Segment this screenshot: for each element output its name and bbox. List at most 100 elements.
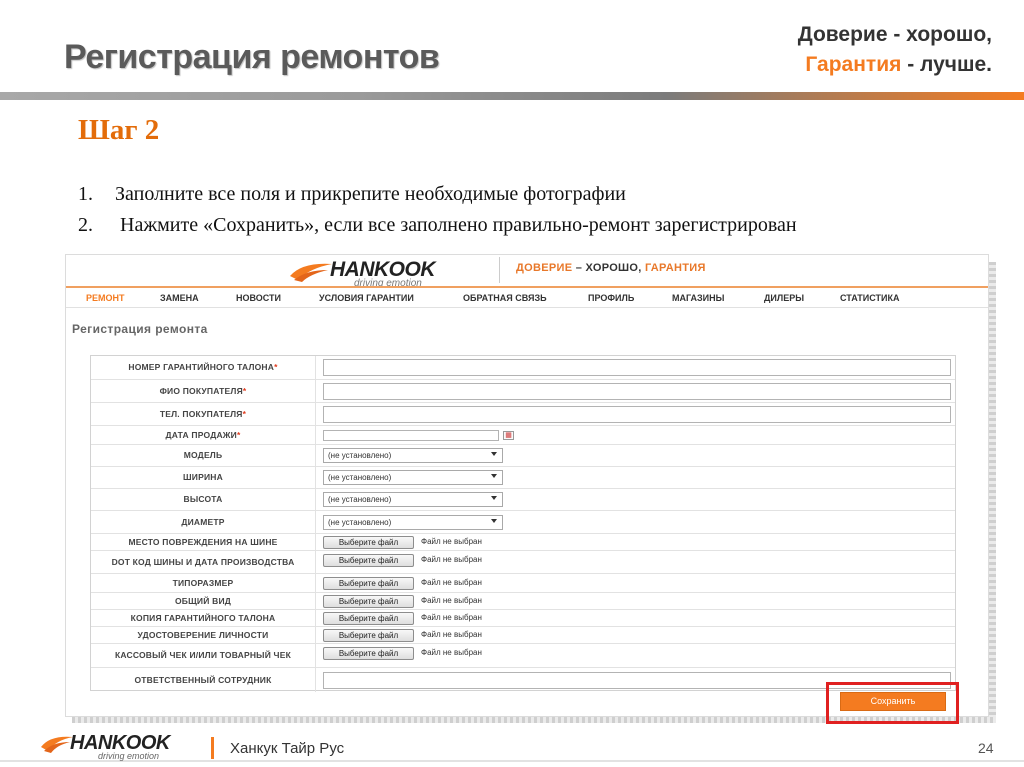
width-select[interactable]: (не установлено): [323, 470, 503, 485]
slogan-line-1: Доверие - хорошо,: [797, 23, 992, 46]
form-row-id-document: УДОСТОВЕРЕНИЕ ЛИЧНОСТИ Выберите файл Фай…: [91, 627, 955, 644]
form-title: Регистрация ремонта: [72, 322, 208, 336]
nav-item-feedback[interactable]: ОБРАТНАЯ СВЯЗЬ: [463, 293, 547, 303]
website-screenshot: HANKOOK driving emotion ДОВЕРИЕ – ХОРОШО…: [65, 254, 989, 717]
field-label: МОДЕЛЬ: [91, 445, 316, 466]
form-row-damage-place: МЕСТО ПОВРЕЖДЕНИЯ НА ШИНЕ Выберите файл …: [91, 534, 955, 551]
sale-date-input[interactable]: [323, 430, 499, 441]
page-number: 24: [978, 740, 994, 756]
site-logo[interactable]: HANKOOK driving emotion: [288, 258, 478, 289]
chevron-down-icon: [491, 452, 497, 456]
field-label: ТЕЛ. ПОКУПАТЕЛЯ*: [91, 403, 316, 425]
slogan-line-2: Гарантия - лучше.: [798, 50, 992, 80]
file-status: Файл не выбран: [421, 648, 482, 657]
field-label: УДОСТОВЕРЕНИЕ ЛИЧНОСТИ: [91, 627, 316, 643]
footer-logo-tagline: driving emotion: [98, 751, 160, 761]
file-status: Файл не выбран: [421, 596, 482, 605]
field-label: ФИО ПОКУПАТЕЛЯ*: [91, 380, 316, 402]
field-label: ВЫСОТА: [91, 489, 316, 510]
warranty-number-input[interactable]: [323, 359, 951, 376]
form-row-tire-size: ТИПОРАЗМЕР Выберите файл Файл не выбран: [91, 574, 955, 593]
form-row-buyer-phone: ТЕЛ. ПОКУПАТЕЛЯ*: [91, 403, 955, 426]
footer-company: Ханкук Тайр Рус: [230, 740, 345, 757]
height-select[interactable]: (не установлено): [323, 492, 503, 507]
field-label: ШИРИНА: [91, 467, 316, 488]
nav-item-news[interactable]: НОВОСТИ: [236, 293, 281, 303]
form-row-receipt: КАССОВЫЙ ЧЕК И/ИЛИ ТОВАРНЫЙ ЧЕК Выберите…: [91, 644, 955, 668]
warranty-copy-file-button[interactable]: Выберите файл: [323, 612, 414, 625]
receipt-file-button[interactable]: Выберите файл: [323, 647, 414, 660]
nav-item-warranty-terms[interactable]: УСЛОВИЯ ГАРАНТИИ: [319, 293, 414, 303]
file-status: Файл не выбран: [421, 578, 482, 587]
form-row-warranty-number: НОМЕР ГАРАНТИЙНОГО ТАЛОНА*: [91, 356, 955, 380]
instruction-number: 2.: [78, 214, 93, 236]
field-label: НОМЕР ГАРАНТИЙНОГО ТАЛОНА*: [91, 356, 316, 379]
screenshot-shadow-right: [989, 262, 996, 720]
instruction-2: 2. Нажмите «Сохранить», если все заполне…: [78, 214, 797, 237]
step-title: Шаг 2: [78, 114, 160, 146]
slogan-rest: - лучше.: [901, 53, 992, 76]
save-highlight-frame: [826, 682, 959, 724]
nav-item-profile[interactable]: ПРОФИЛЬ: [588, 293, 634, 303]
field-label: ДИАМЕТР: [91, 511, 316, 533]
form-row-diameter: ДИАМЕТР (не установлено): [91, 511, 955, 534]
required-mark: *: [242, 408, 247, 419]
site-header-divider: [499, 257, 500, 283]
field-label: МЕСТО ПОВРЕЖДЕНИЯ НА ШИНЕ: [91, 534, 316, 550]
file-status: Файл не выбран: [421, 555, 482, 564]
form-row-width: ШИРИНА (не установлено): [91, 467, 955, 489]
nav-item-shops[interactable]: МАГАЗИНЫ: [672, 293, 724, 303]
required-mark: *: [236, 429, 241, 440]
id-document-file-button[interactable]: Выберите файл: [323, 629, 414, 642]
site-nav: РЕМОНТ ЗАМЕНА НОВОСТИ УСЛОВИЯ ГАРАНТИИ О…: [66, 286, 988, 308]
field-label: КОПИЯ ГАРАНТИЙНОГО ТАЛОНА: [91, 610, 316, 626]
slide-title: Регистрация ремонтов: [64, 38, 440, 76]
instruction-1: 1. Заполните все поля и прикрепите необхо…: [78, 183, 626, 206]
required-mark: *: [242, 385, 247, 396]
tire-size-file-button[interactable]: Выберите файл: [323, 577, 414, 590]
file-status: Файл не выбран: [421, 537, 482, 546]
hankook-swoosh-icon: [290, 263, 332, 282]
site-slogan-part1: ДОВЕРИЕ: [516, 262, 573, 274]
nav-item-replacement[interactable]: ЗАМЕНА: [160, 293, 199, 303]
repair-form: НОМЕР ГАРАНТИЙНОГО ТАЛОНА* ФИО ПОКУПАТЕЛ…: [90, 355, 956, 692]
slide-slogan: Доверие - хорошо, Гарантия - лучше.: [798, 20, 992, 80]
field-label: ОТВЕТСТВЕННЫЙ СОТРУДНИК: [91, 668, 316, 692]
form-row-height: ВЫСОТА (не установлено): [91, 489, 955, 511]
footer-logo: HANKOOK driving emotion: [40, 732, 210, 766]
required-mark: *: [274, 362, 278, 372]
file-status: Файл не выбран: [421, 613, 482, 622]
chevron-down-icon: [491, 519, 497, 523]
slogan-highlight: Гарантия: [805, 53, 902, 76]
nav-item-dealers[interactable]: ДИЛЕРЫ: [764, 293, 804, 303]
general-view-file-button[interactable]: Выберите файл: [323, 595, 414, 608]
form-row-model: МОДЕЛЬ (не установлено): [91, 445, 955, 467]
chevron-down-icon: [491, 496, 497, 500]
field-label: ОБЩИЙ ВИД: [91, 593, 316, 609]
field-label: DOT КОД ШИНЫ И ДАТА ПРОИЗВОДСТВА: [91, 551, 316, 573]
form-row-general-view: ОБЩИЙ ВИД Выберите файл Файл не выбран: [91, 593, 955, 610]
site-slogan: ДОВЕРИЕ – ХОРОШО, ГАРАНТИЯ: [516, 262, 706, 274]
form-row-dot-code: DOT КОД ШИНЫ И ДАТА ПРОИЗВОДСТВА Выберит…: [91, 551, 955, 574]
form-row-buyer-name: ФИО ПОКУПАТЕЛЯ*: [91, 380, 955, 403]
nav-item-repair[interactable]: РЕМОНТ: [86, 293, 125, 303]
nav-item-statistics[interactable]: СТАТИСТИКА: [840, 293, 899, 303]
form-row-sale-date: ДАТА ПРОДАЖИ* ▦: [91, 426, 955, 445]
field-label: ДАТА ПРОДАЖИ*: [91, 426, 316, 444]
buyer-phone-input[interactable]: [323, 406, 951, 423]
form-row-warranty-copy: КОПИЯ ГАРАНТИЙНОГО ТАЛОНА Выберите файл …: [91, 610, 955, 627]
instruction-number: 1.: [78, 183, 93, 205]
dot-code-file-button[interactable]: Выберите файл: [323, 554, 414, 567]
file-status: Файл не выбран: [421, 630, 482, 639]
diameter-select[interactable]: (не установлено): [323, 515, 503, 530]
model-select[interactable]: (не установлено): [323, 448, 503, 463]
instruction-text: Заполните все поля и прикрепите необходи…: [115, 183, 626, 205]
chevron-down-icon: [491, 474, 497, 478]
instruction-text: Нажмите «Сохранить», если все заполнено …: [115, 214, 797, 236]
buyer-name-input[interactable]: [323, 383, 951, 400]
damage-place-file-button[interactable]: Выберите файл: [323, 536, 414, 549]
field-label: КАССОВЫЙ ЧЕК И/ИЛИ ТОВАРНЫЙ ЧЕК: [91, 644, 316, 667]
site-slogan-part2: – ХОРОШО,: [572, 262, 645, 274]
calendar-icon[interactable]: ▦: [503, 431, 514, 440]
header-gradient-bar: [0, 92, 1024, 100]
